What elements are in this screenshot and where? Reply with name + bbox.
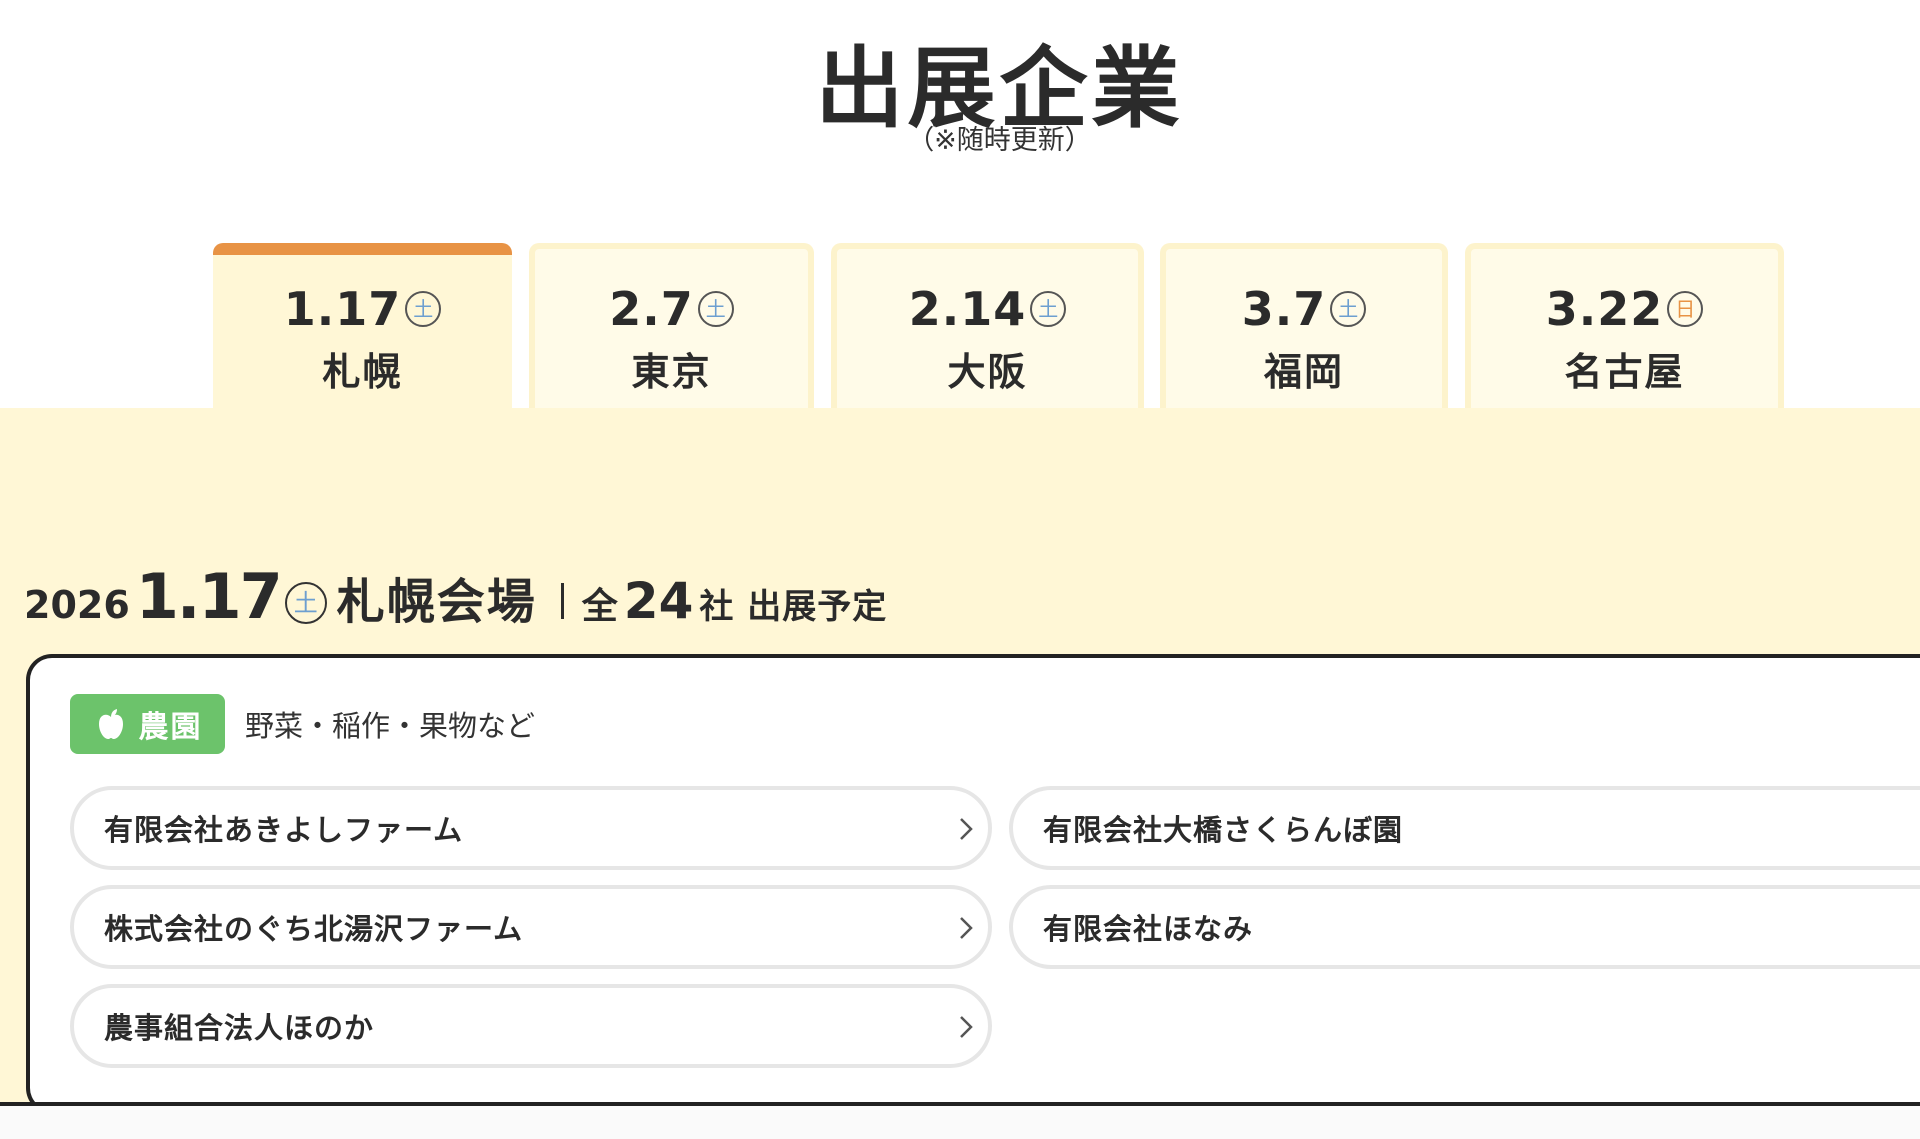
company-name: 有限会社大橋さくらんぼ園: [1043, 813, 1404, 847]
category-label: 農園: [138, 710, 203, 745]
company-name: 農事組合法人ほのか: [104, 1011, 375, 1045]
tab-venue: 名古屋: [1564, 350, 1685, 394]
venue-year: 2026: [24, 583, 130, 627]
tab-osaka[interactable]: 2.14 土 大阪: [831, 243, 1144, 408]
chevron-right-icon: [960, 1016, 973, 1038]
exhibitor-count-prefix: 全: [581, 586, 618, 627]
weekday-badge: 土: [1030, 291, 1067, 327]
company-link[interactable]: 株式会社のぐち北湯沢ファーム: [70, 885, 992, 969]
category-description: 野菜・稲作・果物など: [245, 709, 536, 743]
tab-date: 3.22: [1545, 282, 1664, 336]
tab-date: 2.7: [609, 282, 694, 336]
tab-venue: 大阪: [947, 350, 1028, 394]
heading-divider: [560, 582, 564, 619]
chevron-right-icon: [960, 818, 973, 840]
tab-tokyo[interactable]: 2.7 土 東京: [529, 243, 814, 408]
weekday-badge: 土: [697, 291, 734, 327]
weekday-badge: 日: [1667, 291, 1704, 327]
category-header: 農園 野菜・稲作・果物など: [70, 694, 535, 754]
weekday-badge: 土: [284, 581, 327, 624]
page-subtitle: （※随時更新）: [907, 125, 1092, 156]
tab-venue: 福岡: [1263, 350, 1344, 394]
exhibitor-count: 24: [623, 572, 694, 630]
venue-tabs: 1.17 土 札幌 2.7 土 東京 2.14 土 大阪 3.7 土 福岡 3.…: [0, 243, 1920, 408]
company-name: 有限会社ほなみ: [1043, 912, 1254, 946]
tab-venue: 札幌: [322, 350, 403, 394]
weekday-badge: 土: [405, 291, 442, 327]
venue-heading: 2026 1.17 土 札幌会場 全 24 社 出展予定: [24, 560, 887, 633]
exhibitor-count-suffix: 社 出展予定: [699, 587, 888, 627]
chevron-right-icon: [960, 917, 973, 939]
company-link[interactable]: 農事組合法人ほのか: [70, 984, 992, 1068]
company-name: 株式会社のぐち北湯沢ファーム: [104, 912, 524, 946]
tab-sapporo[interactable]: 1.17 土 札幌: [213, 243, 512, 408]
company-name: 有限会社あきよしファーム: [104, 813, 464, 847]
tab-venue: 東京: [631, 350, 712, 394]
venue-panel: 2026 1.17 土 札幌会場 全 24 社 出展予定 農園 野菜・稲作・果物…: [0, 408, 1920, 1139]
tab-date: 2.14: [908, 282, 1027, 336]
tab-fukuoka[interactable]: 3.7 土 福岡: [1160, 243, 1448, 408]
tab-date: 1.17: [283, 282, 402, 336]
next-card: [0, 1106, 1920, 1139]
weekday-badge: 土: [1330, 291, 1367, 327]
venue-date: 1.17: [135, 560, 283, 633]
company-link[interactable]: 有限会社ほなみ: [1009, 885, 1920, 969]
category-card: 農園 野菜・稲作・果物など 有限会社あきよしファーム 有限会社大橋さくらんぼ園 …: [26, 654, 1920, 1114]
category-badge: 農園: [70, 694, 225, 754]
company-link[interactable]: 有限会社あきよしファーム: [70, 786, 992, 870]
company-link[interactable]: 有限会社大橋さくらんぼ園: [1009, 786, 1920, 870]
tab-nagoya[interactable]: 3.22 日 名古屋: [1465, 243, 1784, 408]
tab-date: 3.7: [1241, 282, 1327, 336]
apple-icon: [98, 709, 123, 739]
venue-name: 札幌会場: [336, 574, 537, 630]
